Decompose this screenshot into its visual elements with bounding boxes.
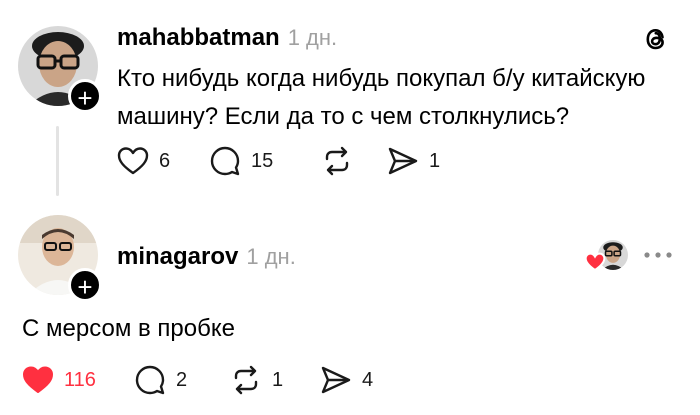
post-text-line-1: Кто нибудь когда нибудь покупал б/у кита… (117, 65, 646, 92)
reply-text: С мерсом в пробке (22, 315, 235, 342)
heart-icon (584, 252, 606, 272)
post-share-button[interactable]: 1 (387, 146, 457, 176)
threads-logo-icon[interactable] (641, 24, 671, 54)
reply-reply-count: 2 (176, 368, 188, 391)
post-like-count: 6 (159, 149, 171, 172)
post-share-count: 1 (429, 149, 441, 172)
heart-icon (22, 365, 54, 395)
post-repost-button[interactable] (321, 145, 387, 177)
more-icon[interactable] (643, 250, 673, 260)
reply-actions: 116 2 1 4 (22, 364, 390, 396)
liked-by-author-badge (584, 240, 628, 274)
repost-icon (230, 364, 262, 396)
post-reply-button[interactable]: 15 (209, 145, 321, 177)
send-icon (387, 146, 419, 176)
reply-reply-button[interactable]: 2 (134, 364, 230, 396)
plus-icon: + (77, 83, 93, 113)
post-like-button[interactable]: 6 (117, 146, 209, 176)
post-text-line-2: машину? Если да то с чем столкнулись? (117, 103, 570, 130)
post-time: 1 дн. (287, 25, 338, 50)
send-icon (320, 365, 352, 395)
follow-post-author-button[interactable]: + (68, 79, 102, 113)
repost-icon (321, 145, 353, 177)
follow-reply-author-button[interactable]: + (68, 268, 102, 302)
reply-like-button[interactable]: 116 (22, 365, 134, 395)
reply-repost-count: 1 (272, 368, 284, 391)
reply-like-count: 116 (64, 368, 96, 391)
post-actions: 6 15 1 (117, 145, 457, 177)
thread-connector-line (56, 126, 59, 196)
reply-time: 1 дн. (246, 244, 296, 269)
comment-icon (134, 364, 166, 396)
post-username[interactable]: mahabbatman (117, 24, 280, 52)
post-reply-count: 15 (251, 149, 274, 172)
comment-icon (209, 145, 241, 177)
plus-icon: + (77, 272, 93, 302)
reply-repost-button[interactable]: 1 (230, 364, 320, 396)
post-text: Кто нибудь когда нибудь покупал б/у кита… (117, 60, 677, 136)
reply-share-count: 4 (362, 368, 374, 391)
reply-share-button[interactable]: 4 (320, 365, 390, 395)
heart-icon (117, 146, 149, 176)
reply-username[interactable]: minagarov (117, 243, 238, 271)
